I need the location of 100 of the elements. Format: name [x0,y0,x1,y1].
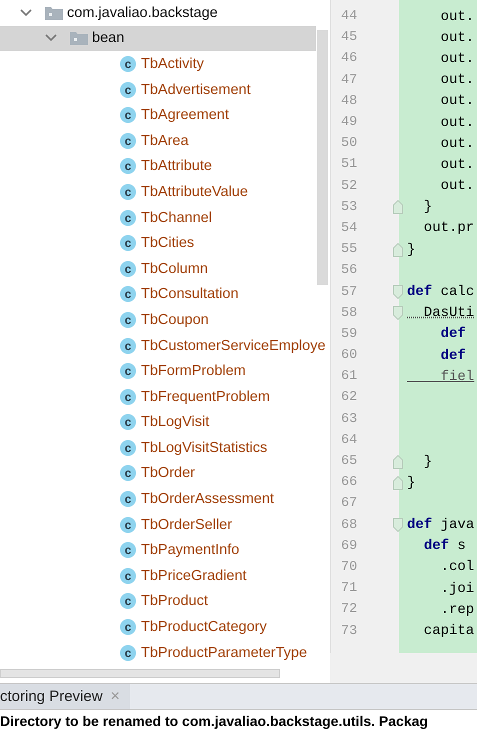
line-number: 46 [340,51,358,66]
tree-item[interactable]: c TbFormProblem [0,358,330,384]
line-number: 73 [340,624,358,639]
tree-item-label: TbActivity [141,56,204,72]
line-number: 72 [340,602,358,618]
fold-marker-icon[interactable] [393,454,403,469]
tree-item-label: TbAgreement [141,107,229,124]
code-text: out. [440,50,474,67]
code-text: } [407,474,416,491]
message-text: Directory to be renamed to com.javaliao.backstage.utils. Packag [0,713,428,729]
tree-item-label: TbConsultation [141,286,239,302]
line-number: 67 [340,496,358,512]
tree-item[interactable]: c TbConsultation [0,282,330,308]
horizontal-scrollbar[interactable] [0,669,280,678]
code-text: .rep [440,602,474,618]
tree-item-label: TbFormProblem [141,363,246,380]
code-text: .joi [440,580,474,597]
line-number: 59 [340,326,358,342]
class-icon: c [120,491,136,508]
class-icon: c [120,414,136,430]
line-number: 65 [340,454,358,470]
tree-item-label: TbCities [141,235,194,252]
class-icon: c [120,516,136,533]
fold-marker-icon[interactable] [393,476,403,490]
tree-item-label: TbProduct [141,593,208,610]
tree-item-label: TbChannel [141,210,212,226]
tree-item-label: TbLogVisitStatistics [141,440,268,456]
code-text: out. [440,8,474,25]
tree-item-label: TbFrequentProblem [141,388,270,405]
fold-marker-icon[interactable] [393,306,403,320]
tree-item[interactable]: c TbArea [0,128,330,154]
tree-item[interactable]: c TbColumn [0,256,330,282]
tree-item[interactable]: c TbPaymentInfo [0,537,330,564]
tree-item-label: TbProductCategory [141,619,267,636]
fold-marker-icon[interactable] [393,200,403,214]
tab-label: ctoring Preview [0,688,103,705]
class-icon: c [120,260,136,277]
class-icon: c [120,363,136,380]
code-text: def s [422,538,466,554]
tree-item[interactable]: c TbProductCategory [0,614,330,640]
class-icon: c [120,619,136,636]
line-number: 54 [340,220,358,236]
tree-item[interactable]: c TbFrequentProblem [0,384,330,410]
code-text: def [440,326,466,342]
code-text: } [422,454,432,470]
line-number: 58 [340,306,358,321]
folder-icon [70,31,88,46]
code-text: out. [440,30,474,46]
tree-item[interactable]: c TbCustomerServiceEmploye [0,332,330,358]
code-text: def calc [407,284,474,300]
code-text: } [422,199,432,216]
code-text: out.pr [422,220,474,236]
tree-item[interactable]: c TbAttribute [0,154,330,180]
tree-item[interactable]: c TbLogVisit [0,410,330,436]
tree-item[interactable]: com.javaliao.backstage [0,0,330,26]
tree-item[interactable]: c TbProduct [0,588,330,614]
class-icon: c [120,82,136,98]
line-number: 62 [340,390,358,406]
tree-item[interactable]: c TbChannel [0,204,330,230]
line-number: 71 [340,581,358,596]
class-icon: c [120,440,136,456]
class-icon: c [120,644,136,661]
tree-item-label: TbAdvertisement [141,82,251,98]
tree-item[interactable]: c TbOrder [0,460,330,486]
line-number: 64 [340,432,358,448]
line-number: 57 [340,284,358,300]
line-number: 50 [340,136,358,152]
tree-item[interactable]: c TbProductParameterType [0,640,330,666]
code-text: out. [440,72,474,88]
tree-item[interactable]: c TbAttributeValue [0,179,330,205]
fold-marker-icon[interactable] [393,518,403,532]
class-icon: c [120,388,136,405]
fold-marker-icon[interactable] [393,242,403,257]
tree-item-label: TbCustomerServiceEmploye [141,338,326,354]
line-number: 52 [340,178,358,194]
tree-item[interactable]: c TbOrderSeller [0,512,330,538]
code-text: out. [440,114,474,131]
tree-item[interactable]: c TbAgreement [0,102,330,128]
tree-item[interactable]: c TbActivity [0,51,330,77]
line-number: 63 [340,412,358,427]
tree-item-label: TbPriceGradient [141,568,247,584]
tree-item[interactable]: c TbCities [0,230,330,256]
line-number: 66 [340,475,358,490]
code-text: def [440,348,466,364]
vertical-scrollbar[interactable] [317,30,328,285]
line-number: 60 [340,348,358,364]
tree-item-label: TbColumn [141,260,208,277]
fold-marker-icon[interactable] [393,285,403,300]
tree-item[interactable]: c TbAdvertisement [0,76,330,102]
chevron-down-icon[interactable] [20,6,32,19]
class-icon: c [120,286,136,302]
tool-window-tab[interactable]: ctoring Preview × [0,684,130,709]
tree-item[interactable]: c TbCoupon [0,307,330,333]
tree-item-label: TbCoupon [141,312,209,328]
tree-item[interactable]: bean [0,26,316,52]
tree-item[interactable]: c TbOrderAssessment [0,486,330,512]
tree-item-label: TbOrderSeller [141,516,232,533]
tree-item[interactable]: c TbPriceGradient [0,563,330,589]
tree-item[interactable]: c TbLogVisitStatistics [0,435,330,461]
tree-item-label: TbAttributeValue [141,184,248,200]
